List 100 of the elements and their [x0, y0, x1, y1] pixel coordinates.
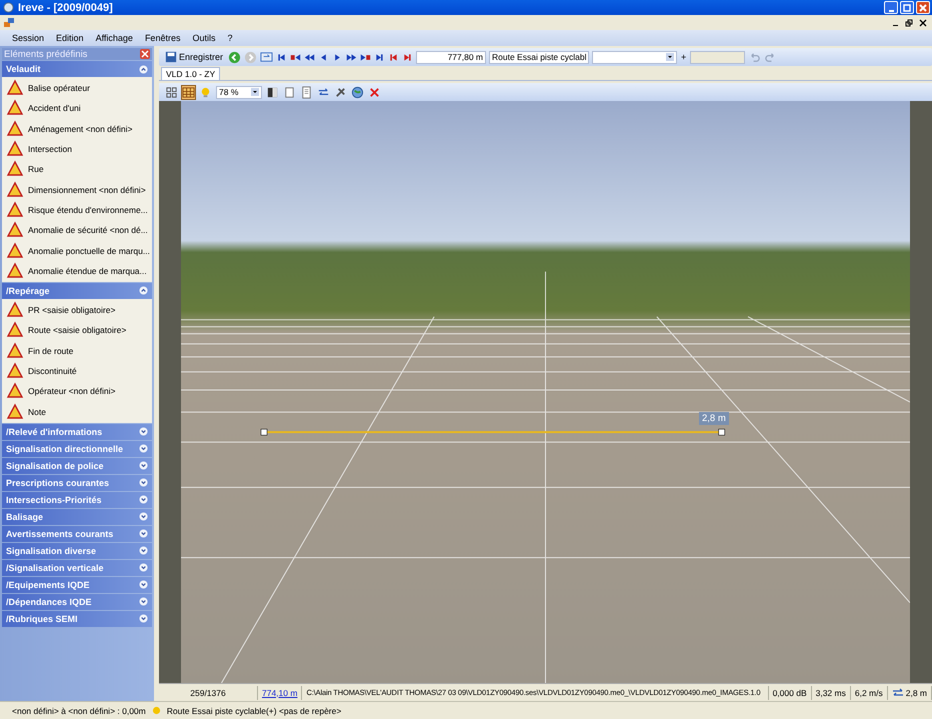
close-icon — [918, 2, 928, 12]
panel-item[interactable]: Route <saisie obligatoire> — [2, 320, 152, 341]
close-icon — [141, 50, 149, 58]
panel-item[interactable]: Opérateur <non défini> — [2, 381, 152, 402]
restore-icon — [905, 18, 913, 26]
first-icon[interactable] — [276, 52, 288, 62]
sign-icon — [6, 140, 24, 158]
zoom-dropdown[interactable]: 78 % — [216, 86, 262, 98]
expand-icon — [139, 546, 148, 556]
expand-icon — [139, 512, 148, 522]
menu-item[interactable]: Outils — [186, 33, 222, 43]
menu-item[interactable]: Edition — [50, 33, 90, 43]
previous-marker-icon[interactable] — [290, 52, 302, 62]
section-header[interactable]: /Equipements IQDE — [2, 576, 152, 593]
sign-icon — [6, 262, 24, 280]
rewind-icon[interactable] — [304, 52, 316, 62]
step-forward-icon[interactable] — [402, 52, 414, 62]
panel-item[interactable]: Anomalie ponctuelle de marqu... — [2, 240, 152, 261]
document-icon[interactable] — [300, 86, 313, 98]
panel-item[interactable]: Anomalie de sécurité <non dé... — [2, 220, 152, 240]
section-header[interactable]: Avertissements courants — [2, 526, 152, 542]
document-tab[interactable]: VLD 1.0 - ZY — [161, 67, 220, 80]
expand-icon — [139, 597, 148, 606]
menu-item[interactable]: Fenêtres — [138, 33, 186, 43]
section-header[interactable]: Signalisation de police — [2, 458, 152, 474]
section-header[interactable]: Intersections-Priorités — [2, 492, 152, 508]
delete-icon[interactable] — [368, 86, 381, 98]
route-dropdown[interactable]: Route Essai piste cyclabl — [489, 50, 590, 64]
panel-item[interactable]: Dimensionnement <non défini> — [2, 179, 152, 200]
save-icon — [165, 51, 177, 63]
expand-icon — [139, 580, 148, 590]
menu-item[interactable]: Session — [6, 33, 50, 43]
expand-icon — [139, 614, 148, 624]
maximize-button[interactable] — [900, 1, 914, 14]
time-reading: 3,32 ms — [812, 686, 851, 700]
section-header[interactable]: /Relevé d'informations — [2, 424, 152, 440]
sign-icon — [6, 180, 24, 199]
page-icon[interactable] — [283, 86, 296, 98]
width-value: 2,8 m — [906, 688, 927, 698]
sign-icon — [6, 342, 24, 360]
last-icon[interactable] — [374, 52, 386, 62]
step-back-icon[interactable] — [388, 52, 400, 62]
section-header[interactable]: Signalisation directionnelle — [2, 440, 152, 457]
panel-item[interactable]: Note — [2, 401, 152, 422]
grid-icon[interactable] — [165, 86, 178, 98]
next-marker-icon[interactable] — [360, 52, 372, 62]
expand-icon — [139, 461, 148, 470]
panel-item[interactable]: Anomalie étendue de marqua... — [2, 260, 152, 281]
dropdown-field[interactable] — [592, 50, 678, 64]
panel-item[interactable]: Discontinuité — [2, 360, 152, 382]
sign-icon — [6, 79, 24, 98]
maximize-icon — [902, 2, 912, 12]
sign-icon — [6, 221, 24, 240]
panel-item[interactable]: Risque étendu d'environneme... — [2, 200, 152, 220]
panel-item[interactable]: Aménagement <non défini> — [2, 118, 152, 139]
section-header[interactable]: Prescriptions courantes — [2, 474, 152, 491]
panel-item[interactable]: Fin de route — [2, 340, 152, 361]
route-status: Route Essai piste cyclable(+) <pas de repère> — [166, 706, 342, 716]
section-header[interactable]: Balisage — [2, 508, 152, 525]
table-icon[interactable] — [182, 86, 195, 98]
collapse-icon — [139, 64, 148, 74]
panel-item[interactable]: PR <saisie obligatoire> — [2, 300, 152, 320]
panel-item[interactable]: Rue — [2, 159, 152, 180]
section-header[interactable]: /Dépendances IQDE — [2, 594, 152, 610]
add-button[interactable]: + — [680, 52, 688, 62]
section-header[interactable]: /Repérage — [2, 282, 152, 299]
sign-icon — [6, 160, 24, 178]
measurement-label: 2,8 m — [699, 412, 729, 425]
sign-icon — [6, 120, 24, 138]
save-button[interactable]: Enregistrer — [163, 51, 226, 63]
close-button[interactable] — [917, 16, 929, 28]
menu-item[interactable]: ? — [221, 33, 238, 43]
section-header[interactable]: /Rubriques SEMI — [2, 610, 152, 627]
sign-icon — [6, 362, 24, 380]
expand-icon — [139, 444, 148, 454]
menu-item[interactable]: Affichage — [90, 33, 139, 43]
contrast-icon[interactable] — [266, 86, 279, 98]
sign-icon — [6, 301, 24, 320]
distance-field[interactable]: 777,80 m — [416, 50, 486, 64]
input-field[interactable] — [690, 50, 746, 64]
app-icon — [3, 2, 14, 13]
panel-item[interactable]: Intersection — [2, 138, 152, 160]
sign-icon — [6, 200, 24, 219]
expand-icon — [139, 427, 148, 436]
expand-icon — [139, 478, 148, 488]
back-icon[interactable] — [228, 50, 242, 64]
globe-icon[interactable] — [351, 86, 364, 98]
sign-icon — [6, 402, 24, 421]
fast-forward-icon[interactable] — [346, 52, 358, 62]
speed-reading: 6,2 m/s — [850, 686, 888, 700]
sign-icon — [6, 242, 24, 260]
distance-link[interactable]: 774,10 m — [258, 686, 302, 700]
frame-counter: 259/1376 — [159, 686, 258, 700]
panel-item[interactable]: Accident d'uni — [2, 98, 152, 119]
panel-item[interactable]: Balise opérateur — [2, 78, 152, 98]
section-header[interactable]: /Signalisation verticale — [2, 560, 152, 576]
section-header[interactable]: Signalisation diverse — [2, 542, 152, 559]
restore-button[interactable] — [903, 16, 915, 28]
section-header[interactable]: Velaudit — [2, 61, 152, 77]
close-icon — [919, 18, 927, 26]
